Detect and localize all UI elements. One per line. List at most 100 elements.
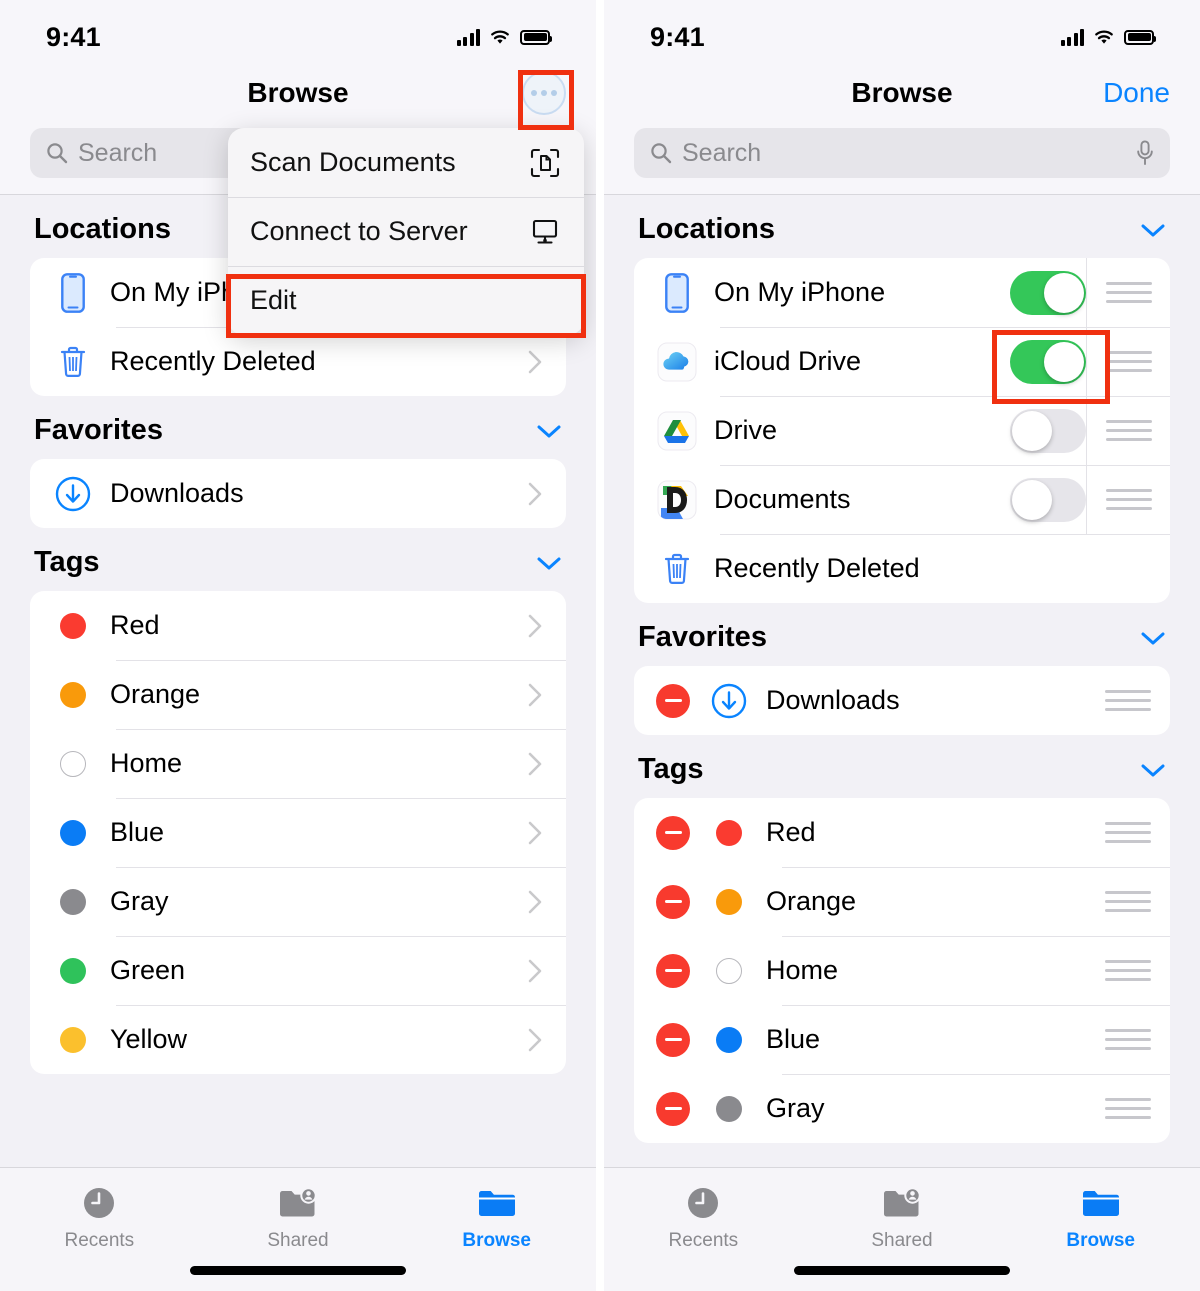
chevron-down-icon[interactable] (1140, 762, 1166, 778)
section-header-locations[interactable]: Locations (604, 195, 1200, 258)
menu-item-scan-documents[interactable]: Scan Documents (228, 128, 584, 197)
nav-right-left (522, 71, 566, 115)
trash-icon (656, 548, 698, 590)
home-indicator (190, 1266, 406, 1275)
table-row[interactable]: Red (634, 798, 1170, 867)
tag-color-dot (716, 1026, 742, 1053)
list-item-label: Green (110, 955, 186, 985)
tab-shared[interactable]: Shared (803, 1182, 1002, 1252)
cellular-bars-icon (456, 28, 480, 46)
search-icon (47, 143, 68, 164)
section-title: Favorites (34, 414, 163, 446)
table-row[interactable]: On My iPhone (634, 258, 1170, 327)
chevron-down-icon[interactable] (536, 555, 562, 571)
reorder-handle[interactable] (1086, 798, 1170, 867)
chevron-down-icon[interactable] (1140, 222, 1166, 238)
table-row[interactable]: iCloud Drive (634, 327, 1170, 396)
toggle-knob (1044, 341, 1084, 382)
table-row-label: Orange (766, 886, 857, 916)
list-item[interactable]: Downloads (30, 459, 566, 528)
toggle-knob (1012, 479, 1052, 520)
tag-dot-wrap (708, 881, 750, 923)
tag-color-dot (60, 819, 86, 846)
documents-toggle[interactable] (1010, 477, 1086, 522)
table-row[interactable]: Gray (634, 1074, 1170, 1143)
tab-shared[interactable]: Shared (199, 1182, 398, 1252)
download-circle-icon (52, 473, 94, 515)
list-item[interactable]: Yellow (30, 1005, 566, 1074)
list-item[interactable]: Orange (30, 660, 566, 729)
wifi-icon (1093, 29, 1115, 46)
ellipsis-dot (541, 90, 547, 96)
remove-button[interactable] (656, 1022, 690, 1057)
chevron-down-icon[interactable] (536, 423, 562, 439)
drive-toggle[interactable] (1010, 408, 1086, 453)
section-title: Tags (34, 546, 100, 578)
search-area-right: Search (604, 124, 1200, 194)
table-row[interactable]: Home (634, 936, 1170, 1005)
tab-label: Shared (871, 1230, 933, 1251)
reorder-handle[interactable] (1086, 666, 1170, 735)
on-my-iphone-toggle[interactable] (1010, 270, 1086, 315)
microphone-icon[interactable] (1136, 140, 1154, 166)
reorder-handle[interactable] (1086, 936, 1170, 1005)
search-input[interactable]: Search (634, 128, 1170, 178)
table-row-label: Recently Deleted (714, 553, 920, 583)
section-header-tags[interactable]: Tags (0, 528, 596, 591)
reorder-handle[interactable] (1086, 867, 1170, 936)
table-row[interactable]: Recently Deleted (634, 534, 1170, 603)
panel-gap (596, 0, 604, 1291)
list-item[interactable]: Gray (30, 867, 566, 936)
remove-button[interactable] (656, 683, 690, 718)
section-header-favorites[interactable]: Favorites (0, 396, 596, 459)
chevron-right-icon (528, 614, 542, 637)
list-item[interactable]: Recently Deleted (30, 327, 566, 396)
section-header-tags[interactable]: Tags (604, 735, 1200, 798)
reorder-handle[interactable] (1086, 1074, 1170, 1143)
tab-browse[interactable]: Browse (397, 1182, 596, 1252)
menu-item-connect-to-server[interactable]: Connect to Server (228, 197, 584, 266)
icloud-icon (656, 341, 698, 383)
table-row[interactable]: Documents (634, 465, 1170, 534)
reorder-handle[interactable] (1086, 465, 1170, 534)
table-row[interactable]: Downloads (634, 666, 1170, 735)
chevron-down-icon[interactable] (1140, 630, 1166, 646)
cellular-bars-icon (1060, 28, 1084, 46)
tag-color-dot (60, 1026, 86, 1053)
tab-label: Shared (267, 1230, 329, 1251)
table-row[interactable]: Drive (634, 396, 1170, 465)
table-row-label: Drive (714, 415, 778, 445)
reorder-handle[interactable] (1086, 1005, 1170, 1074)
status-icons (456, 28, 552, 46)
list-item[interactable]: Home (30, 729, 566, 798)
more-options-button[interactable] (522, 71, 566, 115)
tag-dot-wrap (52, 881, 94, 923)
tag-color-dot (60, 612, 86, 639)
remove-button[interactable] (656, 1091, 690, 1126)
icloud-drive-toggle[interactable] (1010, 339, 1086, 384)
list-item[interactable]: Green (30, 936, 566, 1005)
tab-recents[interactable]: Recents (0, 1182, 199, 1252)
menu-item-edit[interactable]: Edit (228, 266, 584, 335)
tag-dot-wrap (52, 743, 94, 785)
done-button[interactable]: Done (1103, 77, 1170, 109)
remove-button[interactable] (656, 815, 690, 850)
status-time: 9:41 (650, 21, 705, 52)
section-header-favorites[interactable]: Favorites (604, 603, 1200, 666)
menu-item-label: Edit (250, 285, 297, 315)
tab-bar-left: Recents Shared Browse (0, 1167, 596, 1291)
table-row[interactable]: Blue (634, 1005, 1170, 1074)
section-title: Locations (638, 213, 775, 245)
list-item[interactable]: Red (30, 591, 566, 660)
chevron-right-icon (528, 350, 542, 373)
reorder-handle[interactable] (1086, 258, 1170, 327)
status-bar-left: 9:41 (0, 0, 596, 62)
table-row[interactable]: Orange (634, 867, 1170, 936)
remove-button[interactable] (656, 884, 690, 919)
tab-browse[interactable]: Browse (1001, 1182, 1200, 1252)
tab-recents[interactable]: Recents (604, 1182, 803, 1252)
list-item[interactable]: Blue (30, 798, 566, 867)
reorder-handle[interactable] (1086, 396, 1170, 465)
reorder-handle[interactable] (1086, 327, 1170, 396)
remove-button[interactable] (656, 953, 690, 988)
